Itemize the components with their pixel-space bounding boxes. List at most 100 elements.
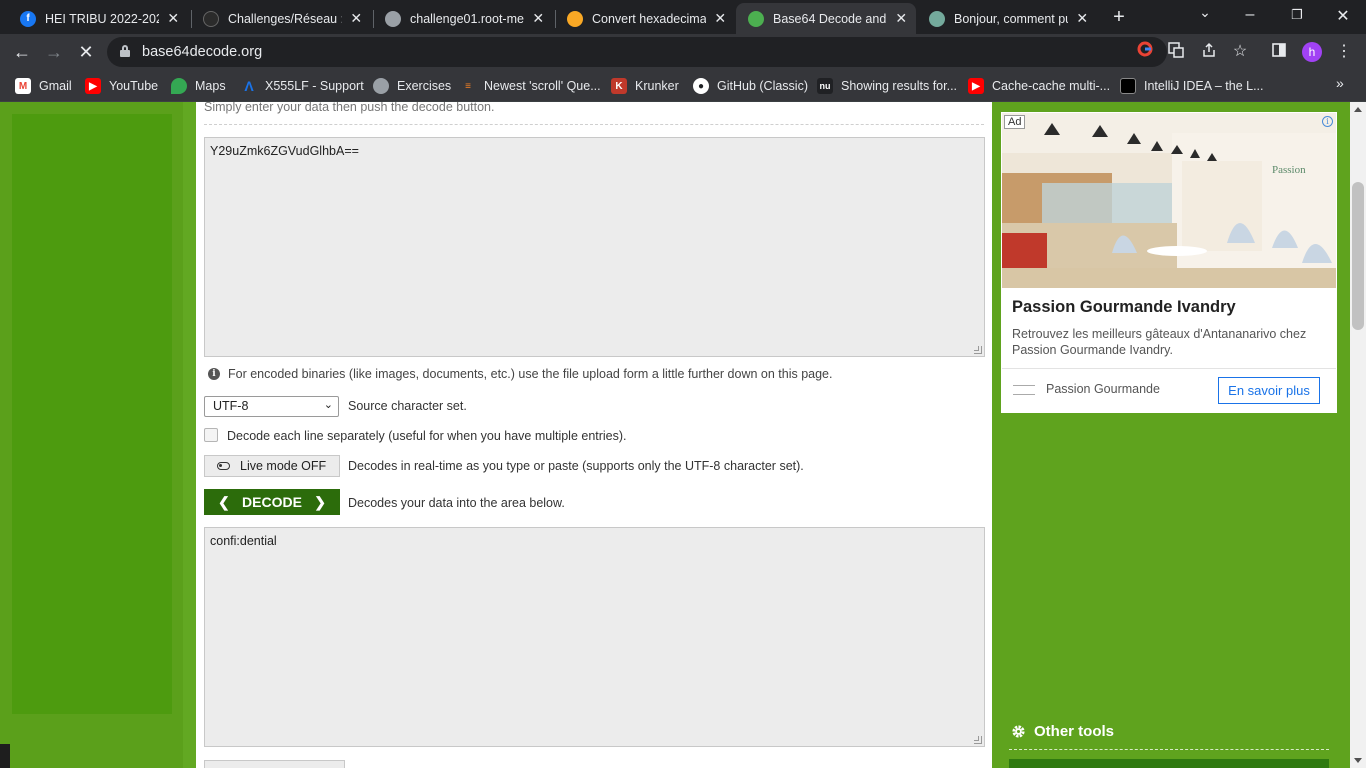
- bookmark-gmail[interactable]: M Gmail: [15, 76, 72, 96]
- close-tab-icon[interactable]: ✕: [532, 10, 545, 27]
- bookmark-newest-scroll[interactable]: ≡ Newest 'scroll' Que...: [460, 76, 601, 96]
- bookmark-youtube[interactable]: ▶ YouTube: [85, 76, 158, 96]
- close-tab-icon[interactable]: ✕: [1076, 10, 1089, 27]
- tab-challenges-reseau[interactable]: Challenges/Réseau : E ✕: [191, 3, 371, 34]
- restore-button[interactable]: ❐: [1287, 7, 1307, 23]
- close-window-button[interactable]: ✕: [1333, 6, 1353, 26]
- divider: [204, 124, 984, 125]
- bookmarks-overflow-button[interactable]: »: [1336, 75, 1344, 91]
- decode-form: Simply enter your data then push the dec…: [196, 102, 992, 768]
- tab-base64[interactable]: Base64 Decode and En ✕: [736, 3, 916, 34]
- page-scrollbar[interactable]: [1350, 102, 1366, 768]
- browser-toolbar: ← → ✕ base64decode.org ☆ h ⋮: [0, 34, 1366, 70]
- stackoverflow-icon: ≡: [465, 80, 471, 92]
- chevron-left-icon: ❮: [218, 493, 230, 510]
- live-mode-description: Decodes in real-time as you type or past…: [348, 459, 804, 473]
- bookmarks-bar: M Gmail ▶ YouTube Maps Λ X555LF - Support E…: [0, 70, 1366, 102]
- nu-icon: nu: [817, 78, 833, 94]
- scroll-up-arrow-icon[interactable]: [1354, 107, 1362, 112]
- chevron-down-icon: ⌄: [323, 399, 333, 411]
- globe-icon: [385, 10, 401, 27]
- bookmark-krunker[interactable]: K Krunker: [611, 76, 679, 96]
- url-text[interactable]: base64decode.org: [142, 44, 262, 60]
- page-viewport: Simply enter your data then push the dec…: [0, 102, 1350, 768]
- minimize-button[interactable]: –: [1240, 6, 1260, 24]
- chevron-right-icon: ❯: [314, 493, 326, 510]
- close-tab-icon[interactable]: ✕: [350, 10, 363, 27]
- new-tab-button[interactable]: +: [1109, 6, 1129, 29]
- toggle-icon: [217, 462, 230, 470]
- decode-each-line-label[interactable]: Decode each line separately (useful for …: [227, 429, 627, 443]
- globe-icon: [373, 78, 389, 94]
- bookmark-cache-cache[interactable]: ▶ Cache-cache multi-...: [968, 76, 1110, 96]
- ad-description[interactable]: Retrouvez les meilleurs gâteaux d'Antana…: [1012, 326, 1312, 358]
- resize-handle[interactable]: [974, 346, 982, 354]
- side-panel-icon[interactable]: [1269, 42, 1289, 62]
- gmail-icon: M: [15, 78, 31, 94]
- info-icon: i: [208, 368, 220, 380]
- charset-select[interactable]: UTF-8 ⌄: [204, 396, 339, 417]
- bookmark-exercises[interactable]: Exercises: [373, 76, 451, 96]
- close-tab-icon[interactable]: ✕: [714, 10, 727, 27]
- tab-bonjour[interactable]: Bonjour, comment pu ✕: [917, 3, 1097, 34]
- decode-button[interactable]: ❮ DECODE ❯: [204, 489, 340, 515]
- forward-button[interactable]: →: [42, 40, 66, 64]
- bookmark-maps[interactable]: Maps: [171, 76, 226, 96]
- facebook-icon: f: [20, 10, 36, 27]
- asus-icon: Λ: [244, 78, 254, 94]
- charset-label: Source character set.: [348, 399, 467, 413]
- bookmark-showing-results[interactable]: nu Showing results for...: [817, 76, 957, 96]
- gear-icon: [1011, 724, 1026, 739]
- profile-avatar[interactable]: h: [1302, 42, 1322, 62]
- other-tools-item[interactable]: [1009, 759, 1329, 768]
- tab-challenge01[interactable]: challenge01.root-me.c ✕: [373, 3, 553, 34]
- binary-note: i For encoded binaries (like images, doc…: [208, 367, 833, 381]
- left-decoration: [0, 102, 196, 768]
- youtube-icon: ▶: [85, 78, 101, 94]
- menu-kebab-icon[interactable]: ⋮: [1334, 42, 1354, 62]
- advertisement[interactable]: Passion Ad i Passion Gourmande Ivandry R…: [1001, 112, 1337, 413]
- left-ad-panel: [12, 114, 172, 714]
- back-button[interactable]: ←: [10, 40, 34, 64]
- ad-badge: Ad: [1004, 115, 1026, 129]
- youtube-icon: ▶: [968, 78, 984, 94]
- resize-handle[interactable]: [974, 736, 982, 744]
- chatgpt-icon: [929, 10, 945, 27]
- ad-title[interactable]: Passion Gourmande Ivandry: [1012, 298, 1236, 317]
- address-bar[interactable]: base64decode.org: [107, 37, 1167, 67]
- close-tab-icon[interactable]: ✕: [167, 10, 180, 27]
- svg-text:Passion: Passion: [1272, 164, 1306, 176]
- bookmark-x555lf[interactable]: Λ X555LF - Support: [241, 76, 363, 96]
- intro-text: Simply enter your data then push the dec…: [204, 102, 495, 114]
- bookmark-github[interactable]: ● GitHub (Classic): [693, 76, 808, 96]
- ad-info-icon[interactable]: i: [1322, 116, 1333, 127]
- ad-image-bakery[interactable]: Passion Ad i: [1002, 113, 1336, 288]
- tab-convert-hex[interactable]: Convert hexadecimal t ✕: [555, 3, 735, 34]
- stop-loading-button[interactable]: ✕: [74, 40, 98, 64]
- lock-icon[interactable]: [120, 45, 130, 57]
- close-tab-icon[interactable]: ✕: [895, 10, 908, 27]
- share-icon[interactable]: [1199, 42, 1219, 62]
- right-sidebar: Passion Ad i Passion Gourmande Ivandry R…: [992, 102, 1350, 768]
- ad-brand-name[interactable]: Passion Gourmande: [1046, 382, 1160, 396]
- scroll-down-arrow-icon[interactable]: [1354, 758, 1362, 763]
- maps-icon: [171, 78, 187, 94]
- tab-strip: f HEI TRIBU 2022-2023 | ✕ Challenges/Rés…: [0, 0, 1366, 34]
- tab-hei-tribu[interactable]: f HEI TRIBU 2022-2023 | ✕: [8, 3, 188, 34]
- input-textarea[interactable]: Y29uZmk6ZGVudGlhbA==: [204, 137, 985, 357]
- ad-brand-logo: [1013, 385, 1035, 395]
- convert-icon: [567, 10, 583, 27]
- ad-cta-button[interactable]: En savoir plus: [1218, 377, 1320, 404]
- live-mode-button[interactable]: Live mode OFF: [204, 455, 340, 477]
- scrollbar-thumb[interactable]: [1352, 182, 1364, 330]
- output-textarea[interactable]: confi:dential: [204, 527, 985, 747]
- intellij-icon: [1120, 78, 1136, 94]
- bookmark-star-icon[interactable]: ☆: [1230, 42, 1250, 62]
- krunker-icon: K: [611, 78, 627, 94]
- decode-each-line-checkbox[interactable]: [204, 428, 218, 442]
- copy-to-clipboard-button[interactable]: [204, 760, 345, 768]
- google-icon[interactable]: [1135, 41, 1155, 61]
- translate-icon[interactable]: [1166, 42, 1186, 62]
- bookmark-intellij[interactable]: IntelliJ IDEA – the L...: [1120, 76, 1264, 96]
- tab-search-chevron-icon[interactable]: ⌄: [1195, 4, 1215, 21]
